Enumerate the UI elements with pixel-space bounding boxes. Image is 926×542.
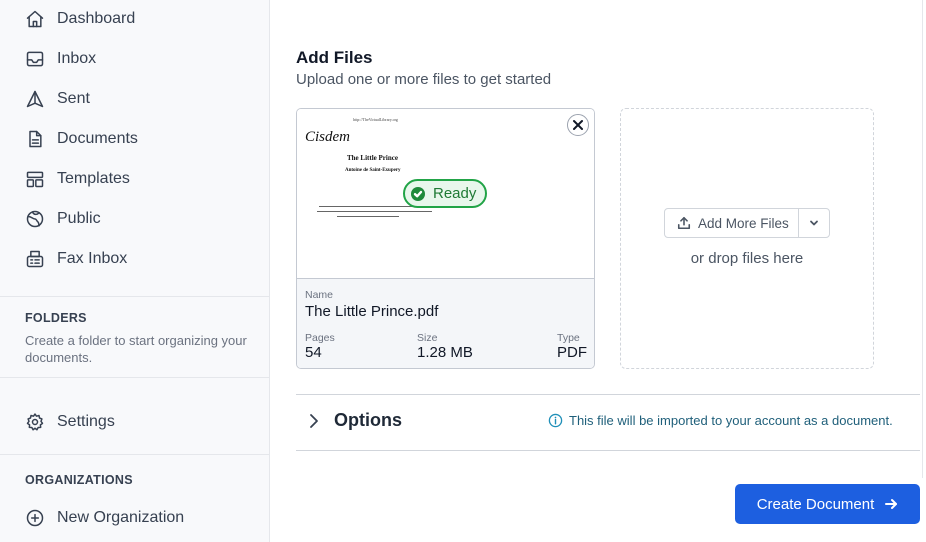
add-more-files-label: Add More Files bbox=[698, 215, 789, 231]
preview-text-line bbox=[337, 216, 399, 217]
sidebar: Dashboard Inbox Sent Documents Templates… bbox=[0, 0, 270, 542]
file-name: The Little Prince.pdf bbox=[305, 303, 439, 320]
send-icon bbox=[25, 89, 45, 109]
sidebar-item-fax-inbox[interactable]: Fax Inbox bbox=[25, 247, 127, 271]
remove-file-button[interactable] bbox=[567, 114, 589, 136]
name-label: Name bbox=[305, 289, 334, 301]
sidebar-item-inbox[interactable]: Inbox bbox=[25, 47, 96, 71]
globe-icon bbox=[25, 209, 45, 229]
create-document-button[interactable]: Create Document bbox=[735, 484, 920, 524]
add-more-files-split-button: Add More Files bbox=[664, 208, 830, 238]
pages-value: 54 bbox=[305, 344, 322, 361]
arrow-right-icon bbox=[885, 499, 898, 509]
gear-icon bbox=[25, 412, 45, 432]
preview-logo: Cisdem bbox=[305, 129, 350, 145]
file-card[interactable]: http://TheVirtualLibrary.org Cisdem The … bbox=[296, 108, 595, 369]
sidebar-divider bbox=[0, 296, 269, 297]
preview-text-line bbox=[317, 211, 432, 212]
status-text: Ready bbox=[433, 185, 477, 202]
type-value: PDF bbox=[557, 344, 587, 361]
sidebar-item-label: Dashboard bbox=[57, 10, 136, 27]
home-icon bbox=[25, 9, 45, 29]
size-value: 1.28 MB bbox=[417, 344, 473, 361]
options-toggle[interactable]: Options bbox=[306, 410, 402, 431]
options-divider-top bbox=[296, 394, 920, 395]
pages-label: Pages bbox=[305, 332, 335, 344]
folders-description: Create a folder to start organizing your… bbox=[25, 333, 247, 365]
sidebar-item-templates[interactable]: Templates bbox=[25, 167, 130, 191]
sidebar-item-label: Inbox bbox=[57, 50, 97, 67]
create-document-label: Create Document bbox=[756, 495, 875, 513]
file-drop-zone[interactable] bbox=[620, 108, 874, 369]
document-icon bbox=[25, 129, 45, 149]
preview-url: http://TheVirtualLibrary.org bbox=[353, 117, 398, 122]
file-info: Name The Little Prince.pdf Pages 54 Size… bbox=[297, 279, 594, 368]
type-label: Type bbox=[557, 332, 580, 344]
new-organization-label: New Organization bbox=[57, 509, 185, 526]
templates-icon bbox=[25, 169, 45, 189]
size-label: Size bbox=[417, 332, 438, 344]
new-organization-button[interactable]: New Organization bbox=[25, 506, 184, 530]
plus-circle-icon bbox=[25, 508, 45, 528]
sidebar-item-sent[interactable]: Sent bbox=[25, 87, 90, 111]
sidebar-item-label: Sent bbox=[57, 90, 90, 107]
file-preview: http://TheVirtualLibrary.org Cisdem The … bbox=[297, 109, 594, 279]
add-more-files-button[interactable]: Add More Files bbox=[665, 209, 799, 237]
sidebar-item-label: Fax Inbox bbox=[57, 250, 128, 267]
page-title: Add Files bbox=[296, 48, 373, 67]
sidebar-divider bbox=[0, 377, 269, 378]
fax-icon bbox=[25, 249, 45, 269]
sidebar-item-label: Public bbox=[57, 210, 101, 227]
import-notice: This file will be imported to your accou… bbox=[548, 413, 893, 428]
preview-title: The Little Prince bbox=[347, 154, 398, 162]
status-badge: Ready bbox=[403, 179, 487, 208]
upload-icon bbox=[677, 216, 691, 230]
close-icon bbox=[573, 120, 583, 130]
info-icon bbox=[548, 413, 563, 428]
preview-author: Antoine de Saint-Exupery bbox=[345, 168, 401, 173]
options-divider-bottom bbox=[296, 450, 920, 451]
sidebar-item-public[interactable]: Public bbox=[25, 207, 101, 231]
sidebar-item-label: Templates bbox=[57, 170, 130, 187]
content-border bbox=[922, 0, 923, 478]
sidebar-item-documents[interactable]: Documents bbox=[25, 127, 138, 151]
sidebar-item-settings[interactable]: Settings bbox=[25, 410, 115, 434]
check-circle-icon bbox=[411, 186, 425, 201]
inbox-icon bbox=[25, 49, 45, 69]
import-notice-text: This file will be imported to your accou… bbox=[569, 413, 893, 428]
sidebar-item-dashboard[interactable]: Dashboard bbox=[25, 7, 135, 31]
folders-title: FOLDERS bbox=[25, 311, 87, 325]
page-subtitle: Upload one or more files to get started bbox=[296, 71, 552, 88]
options-label: Options bbox=[334, 410, 402, 430]
sidebar-divider bbox=[0, 454, 269, 455]
chevron-right-icon bbox=[310, 413, 318, 428]
chevron-down-icon bbox=[810, 220, 818, 226]
drop-hint: or drop files here bbox=[690, 250, 804, 267]
sidebar-item-label: Settings bbox=[57, 413, 115, 430]
organizations-title: ORGANIZATIONS bbox=[25, 473, 133, 487]
add-more-files-dropdown[interactable] bbox=[799, 209, 829, 237]
sidebar-item-label: Documents bbox=[57, 130, 138, 147]
